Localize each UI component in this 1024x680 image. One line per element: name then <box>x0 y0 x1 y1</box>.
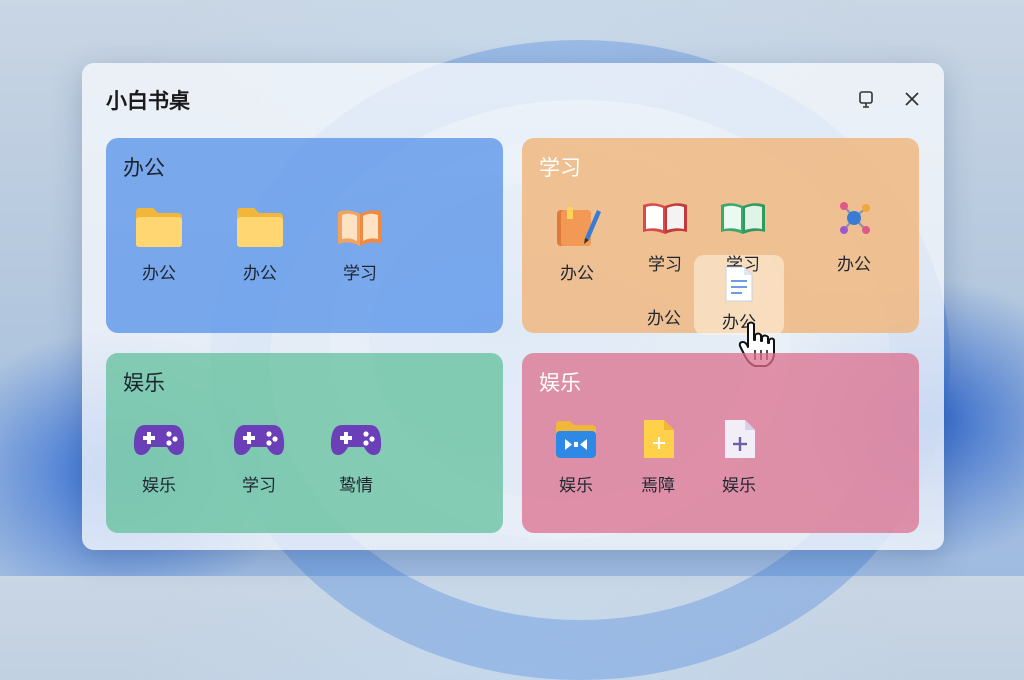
desk-item[interactable]: 鸷情 <box>316 415 396 496</box>
pin-icon <box>859 91 873 108</box>
panel-title: 学习 <box>539 156 581 180</box>
document-icon <box>712 260 766 308</box>
item-label: 学习 <box>343 264 377 284</box>
gamepad-icon <box>232 415 286 463</box>
item-label: 娱乐 <box>559 476 593 496</box>
desk-item[interactable]: 娱乐 <box>119 415 199 496</box>
pin-button[interactable] <box>852 85 880 113</box>
panel-entertainment: 娱乐 娱乐 学习 鸷情 <box>106 353 503 533</box>
item-label: 办公 <box>243 264 277 284</box>
item-label: 学习 <box>648 255 682 275</box>
desk-item[interactable]: 娱乐 <box>699 415 779 496</box>
item-label: 学习 <box>242 476 276 496</box>
window-title: 小白书桌 <box>106 89 190 113</box>
gamepad-icon <box>132 415 186 463</box>
item-label: 娱乐 <box>142 476 176 496</box>
panel-title: 娱乐 <box>539 371 581 395</box>
desk-item[interactable]: 娱乐 <box>536 415 616 496</box>
item-label: 办公 <box>560 264 594 284</box>
panel-title: 娱乐 <box>123 371 165 395</box>
add-file-icon <box>712 415 766 463</box>
panel-title: 办公 <box>123 156 165 180</box>
desk-item[interactable]: 办公 <box>537 203 617 284</box>
item-label: 办公 <box>142 264 176 284</box>
item-label: 焉障 <box>641 476 675 496</box>
folder-icon <box>233 203 287 251</box>
media-folder-icon <box>549 415 603 463</box>
panel-office: 办公 办公 办公 学习 <box>106 138 503 333</box>
folder-icon <box>132 203 186 251</box>
gamepad-icon <box>329 415 383 463</box>
item-label: 办公 <box>647 309 681 329</box>
desk-window: 小白书桌 办公 办公 办公 学习 学习 办公 学习 学习 办公 办公 办公 娱乐… <box>82 63 944 550</box>
item-label: 办公 <box>837 255 871 275</box>
desk-item[interactable]: 办公 <box>624 304 704 329</box>
desk-item[interactable]: 学习 <box>625 194 705 275</box>
close-button[interactable] <box>898 85 926 113</box>
desk-item[interactable]: 焉障 <box>618 415 698 496</box>
desk-item[interactable]: 学习 <box>219 415 299 496</box>
open-book-icon <box>333 203 387 251</box>
molecule-icon <box>827 194 881 242</box>
desk-item[interactable]: 办公 <box>119 203 199 284</box>
panel-study: 学习 办公 学习 学习 办公 办公 办公 <box>522 138 919 367</box>
green-book-icon <box>716 194 770 242</box>
open-book-icon <box>638 194 692 242</box>
close-icon <box>905 92 919 106</box>
notebook-pen-icon <box>550 203 604 251</box>
yellow-file-icon <box>631 415 685 463</box>
panel-entertainment-2: 娱乐 娱乐 焉障 娱乐 <box>522 353 919 533</box>
item-label: 娱乐 <box>722 476 756 496</box>
desk-item[interactable]: 办公 <box>220 203 300 284</box>
desk-item[interactable]: 办公 <box>814 194 894 275</box>
desk-item[interactable]: 学习 <box>320 203 400 284</box>
item-label: 鸷情 <box>339 476 373 496</box>
